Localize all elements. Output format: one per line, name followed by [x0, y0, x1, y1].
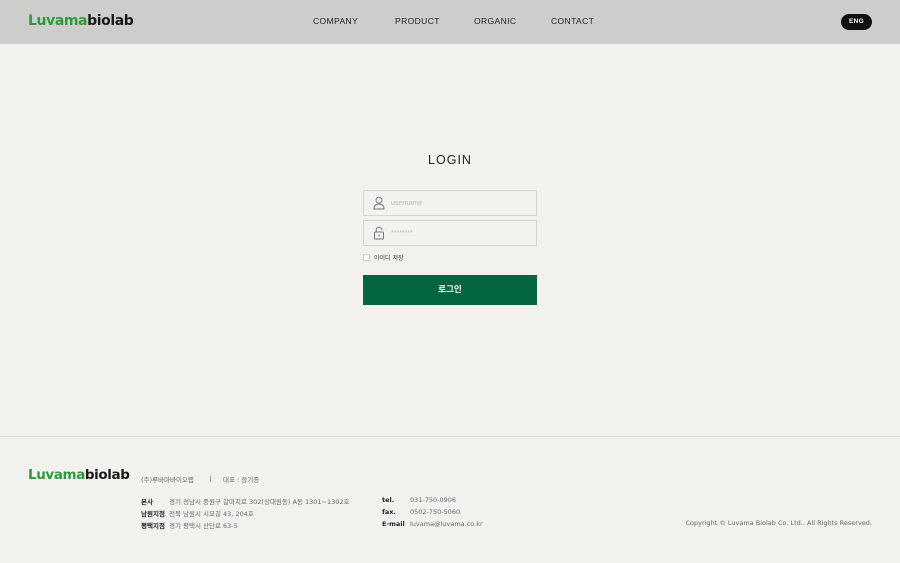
footer-logo-text-luvama: Luvama [28, 467, 85, 483]
lock-icon [374, 226, 384, 240]
footer-separator [210, 476, 211, 482]
company-name: (주)루바마바이오랩 [141, 476, 194, 484]
username-field [363, 190, 537, 216]
language-button[interactable]: ENG [841, 14, 872, 30]
nav-company[interactable]: COMPANY [313, 16, 358, 26]
office-label: 본사 [141, 498, 153, 506]
footer-logo[interactable]: Luvamabiolab [28, 467, 130, 483]
remember-id-label[interactable]: 아이디 저장 [374, 253, 404, 262]
copyright-text: Copyright © Luvama Biolab Co. Ltd.. All … [685, 519, 873, 527]
office-address: 전북 남원시 시묘길 43, 204호 [169, 510, 254, 518]
office-address: 경기 평택시 산단로 63-5 [169, 522, 238, 530]
nav-contact[interactable]: CONTACT [551, 16, 594, 26]
login-title: LOGIN [428, 153, 472, 167]
ceo-name: 대표 : 장기종 [223, 476, 260, 484]
email-label: E-mail [382, 520, 405, 528]
fax-label: fax. [382, 508, 396, 516]
remember-id-checkbox[interactable] [363, 254, 370, 261]
login-button[interactable]: 로그인 [363, 275, 537, 305]
fax-value: 0502-750-5060 [410, 508, 461, 516]
username-input[interactable] [391, 191, 531, 215]
footer-divider [0, 436, 900, 437]
office-label: 평택지점 [141, 522, 165, 530]
footer-logo-text-biolab: biolab [84, 467, 130, 483]
password-input[interactable] [391, 221, 531, 245]
password-field [363, 220, 537, 246]
tel-label: tel. [382, 496, 395, 504]
office-address: 경기 성남시 중원구 갈마치로 302(상대원동) A동 1301~1302호 [169, 498, 350, 506]
user-icon [373, 196, 385, 210]
site-header: Luvamabiolab COMPANY PRODUCT ORGANIC CON… [0, 0, 900, 44]
office-label: 남원지점 [141, 510, 165, 518]
main-nav: COMPANY PRODUCT ORGANIC CONTACT [0, 16, 900, 30]
nav-product[interactable]: PRODUCT [395, 16, 440, 26]
nav-organic[interactable]: ORGANIC [474, 16, 516, 26]
email-value[interactable]: luvama@luvama.co.kr [410, 520, 483, 528]
remember-id: 아이디 저장 [363, 253, 423, 263]
tel-value: 031-750-0906 [410, 496, 457, 504]
